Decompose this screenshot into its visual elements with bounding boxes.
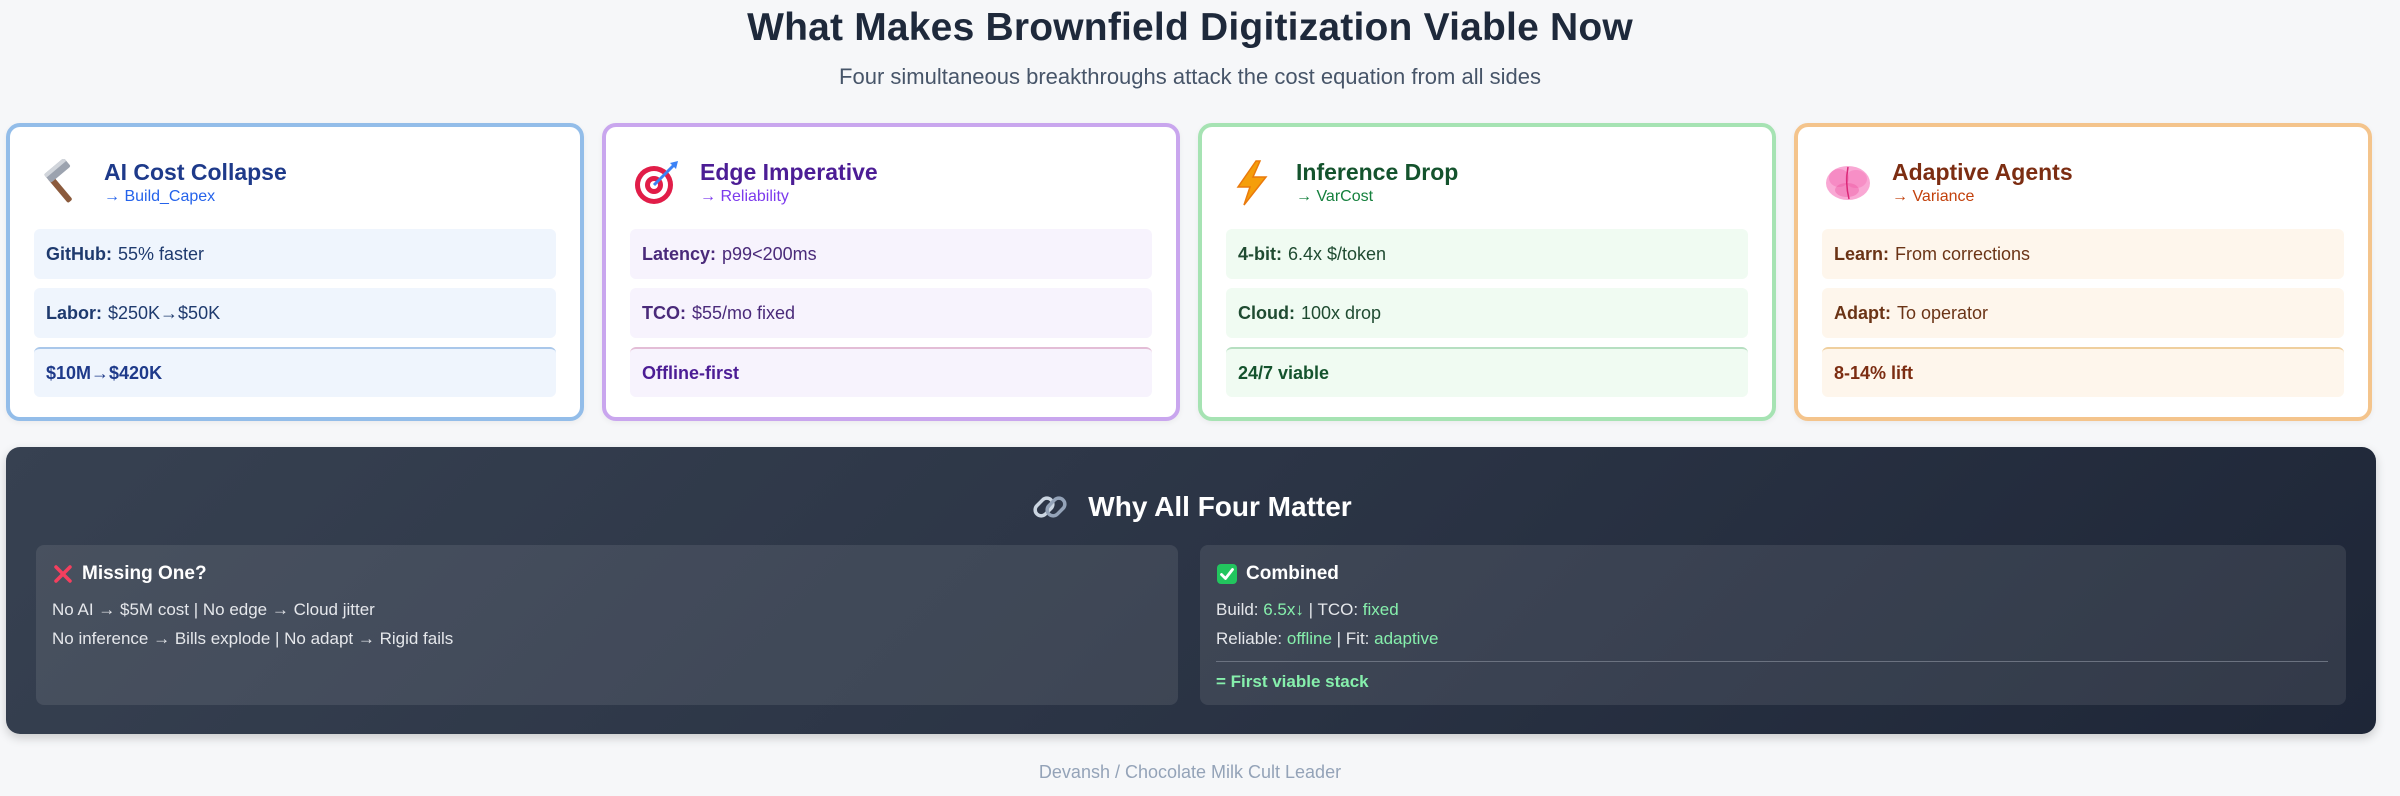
card-row: 4-bit: 6.4x $/token [1226,229,1748,279]
row-label: GitHub: [46,243,112,264]
tco-value: fixed [1362,600,1399,619]
divider [1216,661,2328,662]
panel-title: Why All Four Matter [6,487,2376,527]
card-target: → VarCost [1296,188,1374,205]
row-value: 6.4x $/token [1288,243,1387,264]
card-row: TCO: $55/mo fixed [630,288,1152,338]
card-adaptive-agents: Adaptive Agents → Variance Learn: From co… [1794,123,2372,421]
page-title: What Makes Brownfield Digitization Viabl… [747,6,1633,49]
row-value: $250K→$50K [108,302,221,323]
row-label: Cloud: [1238,302,1295,323]
missing-line-1: No AI → $5M cost | No edge → Cloud jitte… [52,600,375,619]
cards-row: AI Cost Collapse → Build_Capex GitHub: 55… [6,123,2372,421]
missing-line-2: No inference → Bills explode | No adapt … [52,629,454,648]
card-inference-drop: Inference Drop → VarCost 4-bit: 6.4x $/to… [1198,123,1776,421]
card-header: AI Cost Collapse → Build_Capex [34,151,556,215]
row-value: $55/mo fixed [692,302,796,323]
card-result: $10M→$420K [34,347,556,397]
combined-header: Combined [1216,563,2330,585]
row-value: From corrections [1895,243,2031,264]
missing-one-title: Missing One? [82,563,207,584]
combined-line-1: Build: 6.5x↓ | TCO: fixed [1216,595,2330,624]
page-subtitle: Four simultaneous breakthroughs attack t… [839,64,1541,89]
target-icon [630,157,682,209]
combined-box: Combined Build: 6.5x↓ | TCO: fixed Relia… [1200,545,2346,705]
row-label: Labor: [46,302,102,323]
card-rows: GitHub: 55% faster Labor: $250K→$50K $10M→… [34,229,556,397]
card-header: Adaptive Agents → Variance [1822,151,2344,215]
card-title: AI Cost Collapse [104,159,287,185]
row-label: Latency: [642,243,717,264]
lightning-icon [1226,157,1278,209]
card-result: Offline-first [630,347,1152,397]
fit-label: | Fit: [1331,629,1375,648]
header: What Makes Brownfield Digitization Viabl… [0,0,2380,90]
card-target: → Variance [1892,188,1975,205]
combined-title: Combined [1246,563,1339,584]
card-row: GitHub: 55% faster [34,229,556,279]
hammer-icon [34,157,86,209]
card-title: Adaptive Agents [1892,159,2073,185]
card-title: Inference Drop [1296,159,1459,185]
combined-conclusion: = First viable stack [1216,672,1369,691]
check-mark-icon [1216,564,1237,585]
card-target: → Build_Capex [104,188,216,205]
card-rows: 4-bit: 6.4x $/token Cloud: 100x drop 24/7 … [1226,229,1748,397]
row-value: 55% faster [117,243,205,264]
card-rows: Learn: From corrections Adapt: To operator… [1822,229,2344,397]
card-ai-cost-collapse: AI Cost Collapse → Build_Capex GitHub: 55… [6,123,584,421]
card-result: 8-14% lift [1822,347,2344,397]
brain-icon [1822,157,1874,209]
card-rows: Latency: p99<200ms TCO: $55/mo fixed Offli… [630,229,1152,397]
card-header: Edge Imperative → Reliability [630,151,1152,215]
build-label: Build: [1216,600,1264,619]
combined-line-2: Reliable: offline | Fit: adaptive [1216,624,2330,653]
row-label: Adapt: [1834,302,1891,323]
reliable-label: Reliable: [1216,629,1287,648]
card-edge-imperative: Edge Imperative → Reliability Latency: p9… [602,123,1180,421]
row-label: 4-bit: [1238,243,1282,264]
cross-mark-icon [52,564,73,585]
footer-credit: Devansh / Chocolate Milk Cult Leader [1038,762,1342,782]
card-row: Labor: $250K→$50K [34,288,556,338]
card-title: Edge Imperative [700,159,878,185]
panel-title-text: Why All Four Matter [1088,491,1352,522]
row-label: Learn: [1834,243,1890,264]
card-target: → Reliability [700,188,789,205]
card-row: Learn: From corrections [1822,229,2344,279]
card-row: Latency: p99<200ms [630,229,1152,279]
card-result: 24/7 viable [1226,347,1748,397]
row-value: 100x drop [1300,302,1382,323]
card-row: Cloud: 100x drop [1226,288,1748,338]
reliable-value: offline [1286,629,1332,648]
missing-one-header: Missing One? [52,563,1162,585]
fit-value: adaptive [1374,629,1439,648]
row-value: p99<200ms [722,243,817,264]
card-row: Adapt: To operator [1822,288,2344,338]
missing-one-box: Missing One? No AI → $5M cost | No edge … [36,545,1178,705]
link-icon [1030,487,1070,527]
build-value: 6.5x↓ [1263,600,1304,619]
tco-label: | TCO: [1303,600,1363,619]
card-header: Inference Drop → VarCost [1226,151,1748,215]
row-label: TCO: [642,302,686,323]
row-value: To operator [1897,302,1989,323]
why-all-four-panel: Why All Four Matter Missing One? No AI →… [6,447,2376,734]
